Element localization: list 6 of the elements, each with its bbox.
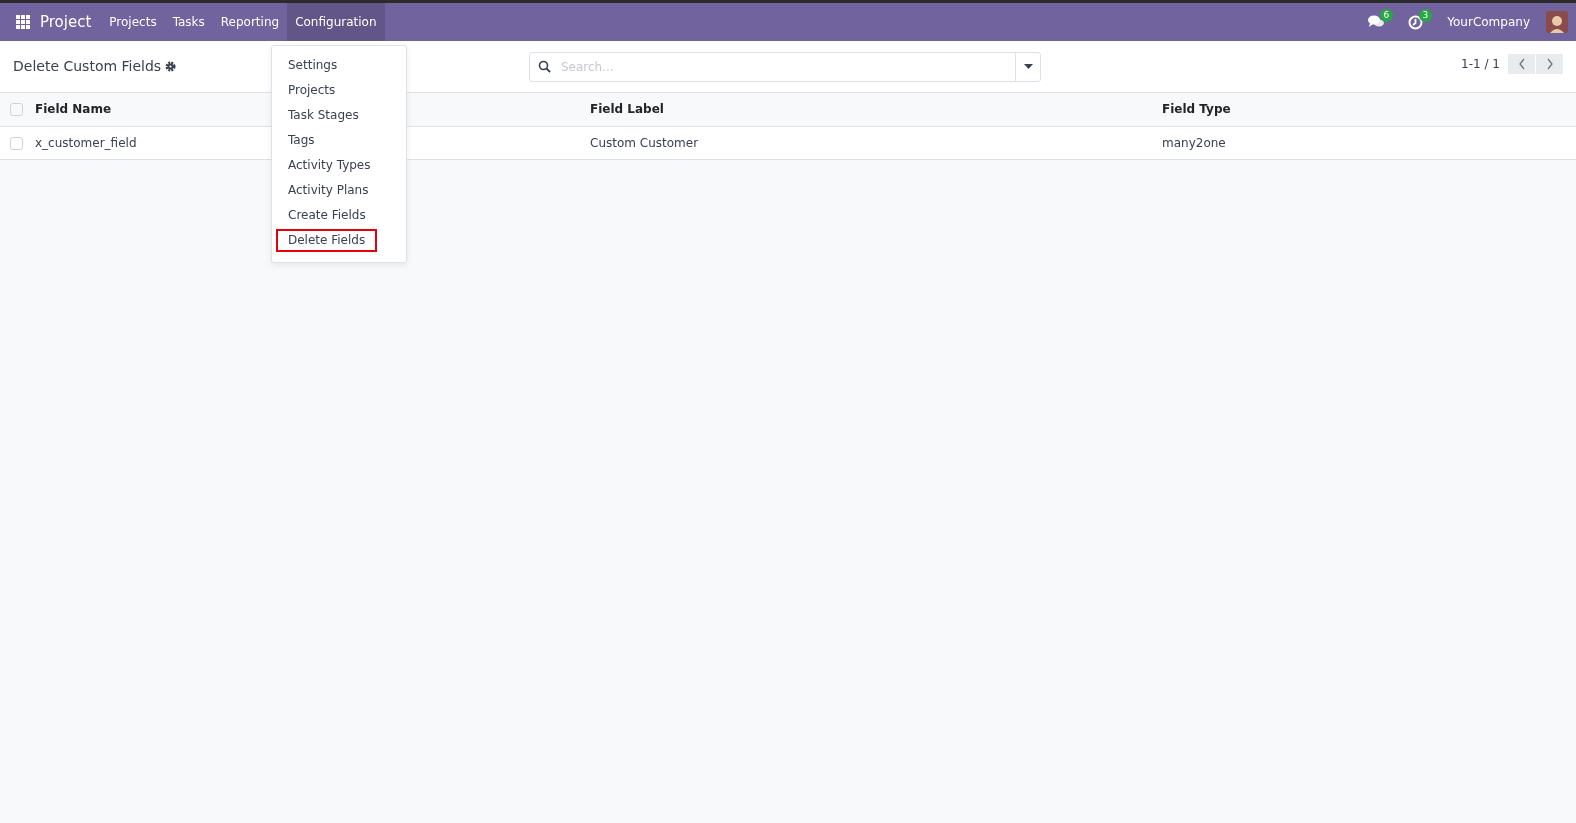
count-badge: 6 xyxy=(1379,9,1394,22)
page-title: Delete Custom Fields xyxy=(13,57,162,76)
count-badge: 3 xyxy=(1418,8,1433,22)
table-cell: Custom Customer xyxy=(584,126,1156,159)
pager-value: 1-1 / 1 xyxy=(1461,55,1500,73)
table-cell: many2one xyxy=(1156,126,1576,159)
